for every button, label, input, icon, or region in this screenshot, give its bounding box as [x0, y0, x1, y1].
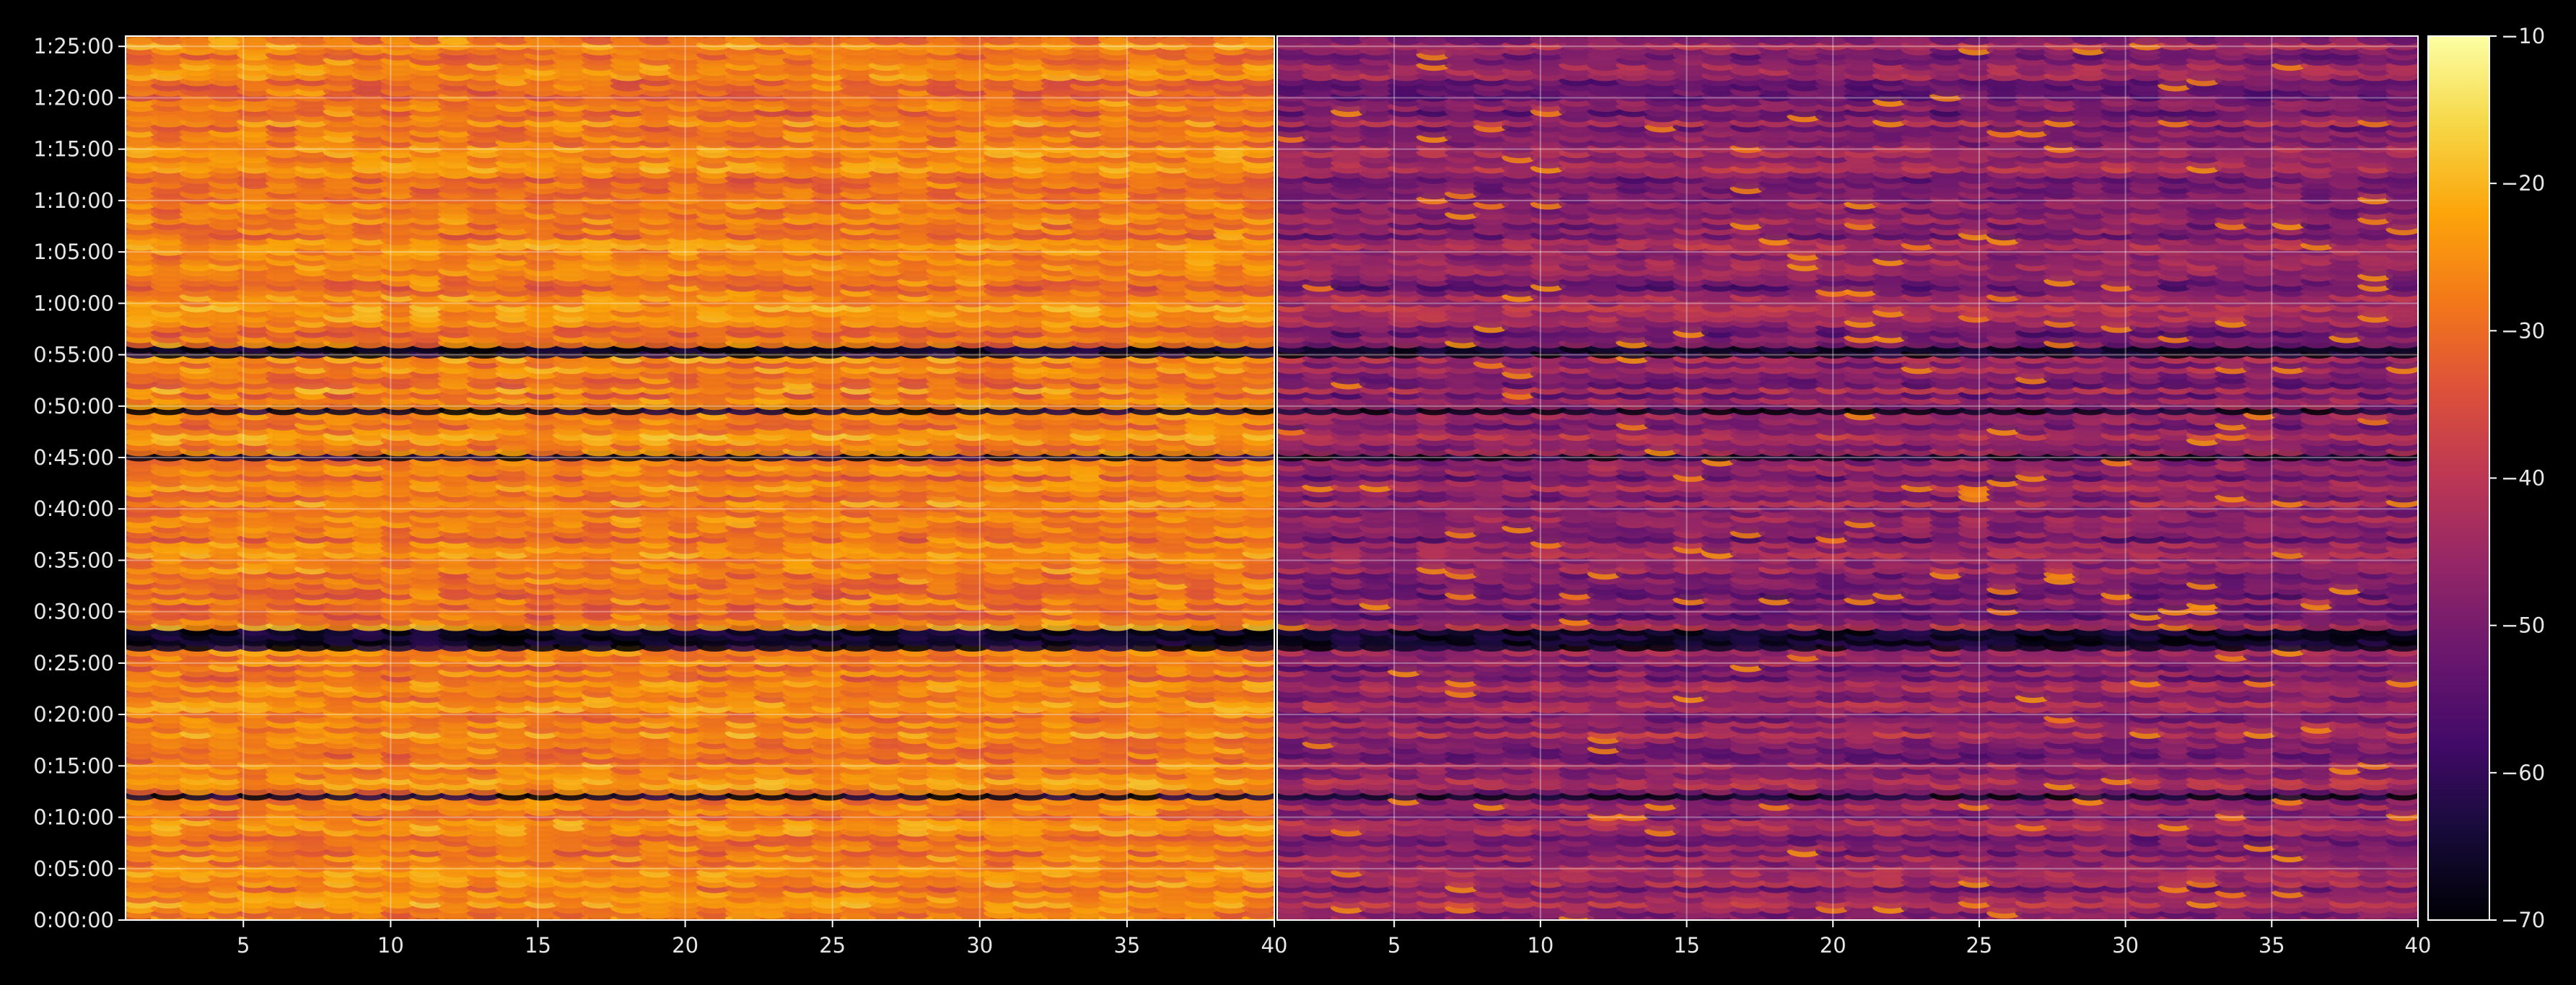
heatmap-panel-1 [126, 36, 1274, 920]
heatmap-figure: 0:00:000:05:000:10:000:15:000:20:000:25:… [33, 24, 2545, 958]
